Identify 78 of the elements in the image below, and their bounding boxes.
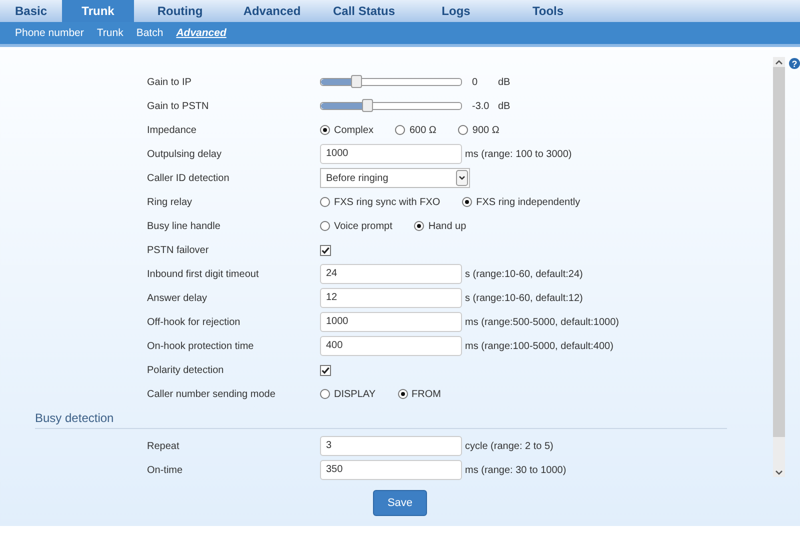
slider-value: -3.0 (472, 100, 490, 112)
radio-icon[interactable] (320, 125, 330, 135)
nav-tab[interactable]: Tools (502, 0, 594, 22)
radio-label: Complex (334, 124, 374, 136)
unit-label: dB (498, 100, 510, 112)
radio-icon[interactable] (462, 197, 472, 207)
save-button[interactable]: Save (373, 490, 427, 516)
range-hint: s (range:10-60, default:12) (465, 292, 583, 304)
slider[interactable] (320, 102, 462, 110)
field-label: Caller number sending mode (147, 388, 276, 400)
input-field[interactable]: 12 (320, 288, 462, 308)
field-label: Ring relay (147, 196, 194, 208)
field-label: On-time (147, 464, 184, 476)
sub-tab[interactable]: Advanced (176, 27, 226, 39)
section-heading: Busy detection (35, 410, 115, 427)
checkbox[interactable] (320, 244, 331, 256)
range-hint: ms (range:100-5000, default:400) (465, 340, 614, 352)
radio-label: 900 Ω (472, 124, 500, 136)
range-hint: ms (range: 30 to 1000) (465, 464, 566, 476)
input-field[interactable]: 400 (320, 336, 462, 356)
nav-tab[interactable]: Advanced (226, 0, 318, 22)
radio-option[interactable]: Voice prompt (320, 220, 392, 232)
radio-option[interactable]: 600 Ω (395, 124, 436, 136)
radio-icon[interactable] (458, 125, 468, 135)
sub-tab[interactable]: Trunk (96, 27, 124, 39)
field-label: Impedance (147, 124, 198, 136)
radio-label: Hand up (428, 220, 466, 232)
field-label: Inbound first digit timeout (147, 268, 260, 280)
input-field[interactable]: 1000 (320, 312, 462, 332)
input-field[interactable]: 3 (320, 436, 462, 456)
nav-tab[interactable]: Trunk (62, 0, 134, 22)
field-label: PSTN failover (147, 244, 210, 256)
nav-tab[interactable]: Logs (410, 0, 502, 22)
slider-value: 0 (472, 76, 479, 88)
radio-icon[interactable] (395, 125, 406, 135)
radio-option[interactable]: FROM (398, 388, 441, 400)
dropdown[interactable]: Before ringing (320, 168, 470, 188)
radio-label: DISPLAY (334, 388, 376, 400)
input-field[interactable]: 1000 (320, 144, 462, 164)
help-icon[interactable]: ? (789, 58, 800, 69)
field-label: Answer delay (147, 292, 208, 304)
nav-tab[interactable]: Call Status (318, 0, 410, 22)
radio-option[interactable]: Complex (320, 124, 374, 136)
radio-icon[interactable] (398, 389, 408, 399)
field-label: Polarity detection (147, 364, 225, 376)
input-field[interactable]: 24 (320, 264, 462, 284)
radio-icon[interactable] (320, 197, 330, 207)
field-label: Off-hook for rejection (147, 316, 242, 328)
field-label: Gain to PSTN (147, 100, 210, 112)
field-label: Caller ID detection (147, 172, 230, 184)
radio-option[interactable]: 900 Ω (458, 124, 500, 136)
radio-icon[interactable] (320, 221, 330, 231)
unit-label: dB (498, 76, 510, 88)
sub-tab[interactable]: Batch (136, 27, 164, 39)
field-label: Gain to IP (147, 76, 192, 88)
nav-tab[interactable]: Routing (134, 0, 226, 22)
range-hint: ms (range:500-5000, default:1000) (465, 316, 619, 328)
range-hint: s (range:10-60, default:24) (465, 268, 583, 280)
radio-option[interactable]: DISPLAY (320, 388, 376, 400)
scrollbar[interactable] (773, 57, 785, 477)
radio-option[interactable]: Hand up (414, 220, 466, 232)
radio-label: 600 Ω (409, 124, 436, 136)
checkbox[interactable] (320, 364, 331, 376)
radio-label: FROM (412, 388, 441, 400)
field-label: Outpulsing delay (147, 148, 222, 160)
radio-icon[interactable] (320, 389, 330, 399)
range-hint: cycle (range: 2 to 5) (465, 440, 554, 452)
range-hint: ms (range: 100 to 3000) (465, 148, 572, 160)
field-label: Busy line handle (147, 220, 222, 232)
nav-tab[interactable]: Basic (0, 0, 62, 22)
radio-icon[interactable] (414, 221, 424, 231)
input-field[interactable]: 350 (320, 460, 462, 480)
slider[interactable] (320, 78, 462, 86)
caret-icon (456, 170, 468, 186)
field-label: On-hook protection time (147, 340, 255, 352)
field-label: Repeat (147, 440, 180, 452)
radio-label: Voice prompt (334, 220, 392, 232)
sub-tab[interactable]: Phone number (15, 27, 84, 39)
